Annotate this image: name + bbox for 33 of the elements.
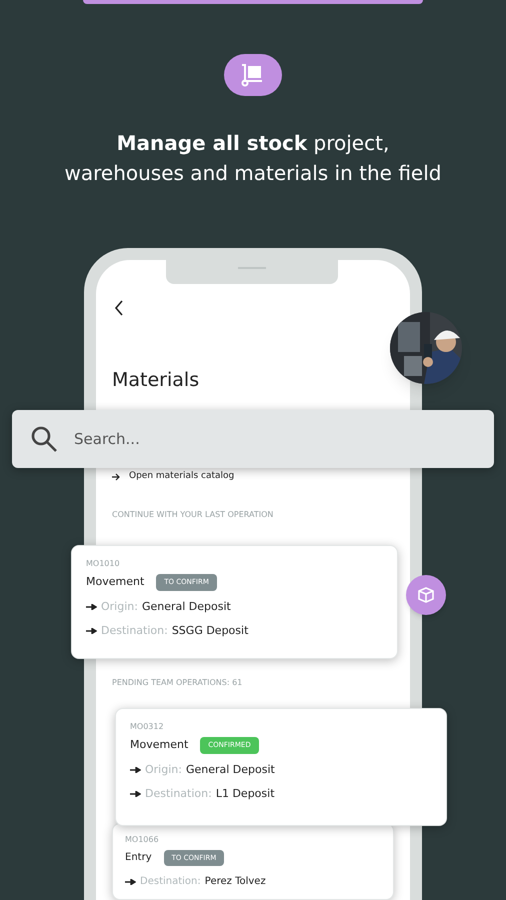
- field-value: SSGG Deposit: [172, 623, 248, 639]
- arrow-icon: [86, 604, 97, 610]
- catalog-link[interactable]: Open materials catalog: [129, 470, 234, 484]
- operation-code: MO0312: [130, 721, 165, 733]
- arrow-icon: [130, 791, 141, 798]
- operation-type: Entry: [125, 851, 152, 866]
- arrow-icon: [112, 472, 121, 481]
- search-input[interactable]: Search...: [74, 428, 476, 450]
- screen-title: Materials: [112, 368, 200, 392]
- field-value: General Deposit: [142, 598, 231, 614]
- arrow-icon: [125, 878, 136, 884]
- field-value: Perez Tolvez: [204, 875, 266, 889]
- field-label: Destination:: [101, 623, 168, 639]
- section-heading: CONTINUE WITH YOUR LAST OPERATION: [112, 508, 274, 520]
- arrow-icon: [86, 628, 97, 634]
- box-badge[interactable]: [406, 575, 446, 615]
- search-field[interactable]: Search...: [12, 410, 494, 468]
- field-label: Origin:: [145, 762, 182, 778]
- search-icon: [30, 425, 58, 453]
- field-value: L1 Deposit: [216, 786, 275, 802]
- field-label: Destination:: [145, 786, 212, 802]
- back-icon[interactable]: [114, 300, 124, 316]
- box-icon: [416, 585, 436, 605]
- field-value: General Deposit: [186, 762, 275, 778]
- section-heading: PENDING TEAM OPERATIONS: 61: [112, 676, 244, 688]
- field-label: Destination:: [140, 875, 201, 889]
- arrow-icon: [130, 766, 141, 773]
- operation-type: Movement: [86, 574, 144, 590]
- operation-type: Movement: [130, 737, 188, 753]
- operation-code: MO1066: [125, 834, 160, 846]
- headline: Manage all stock project, warehouses and materials in the field: [64, 130, 442, 186]
- field-label: Origin:: [101, 598, 138, 614]
- operation-code: MO1010: [86, 558, 121, 570]
